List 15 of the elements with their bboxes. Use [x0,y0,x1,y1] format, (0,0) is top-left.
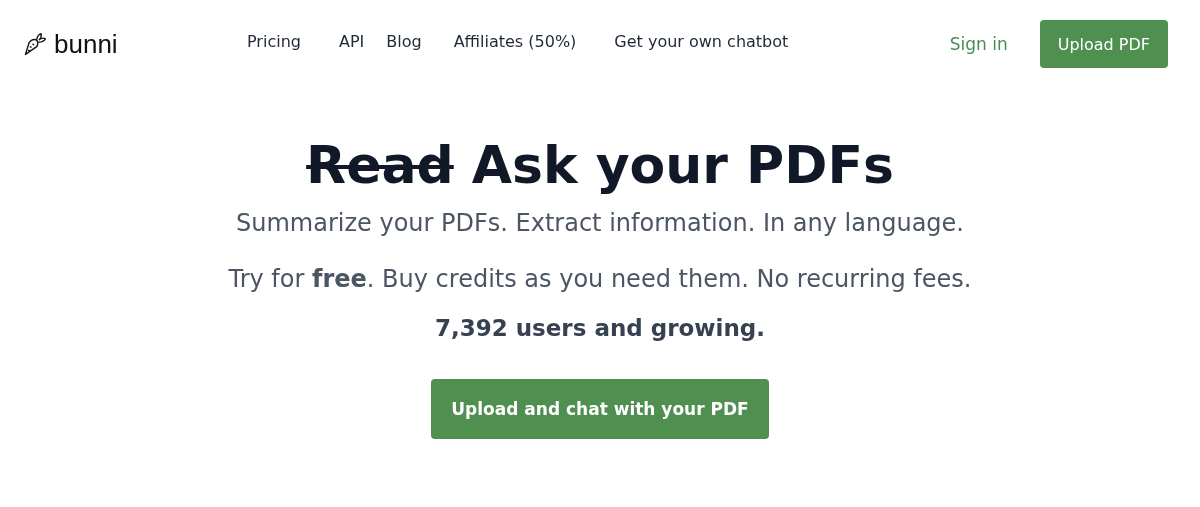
user-count-text: 7,392 users and growing. [434,315,766,341]
hero-subtitle: Summarize your PDFs. Extract information. In any language. [236,209,964,237]
upload-button[interactable]: Upload PDF [1039,20,1168,68]
nav-link[interactable]: Blog [386,31,422,51]
nav-link[interactable]: Pricing [247,31,301,51]
struck-word: Read [306,135,454,195]
pricing-text: Try for free. Buy credits as you need them. No recurring fees. [228,265,972,293]
sign-in-link[interactable]: Sign in [949,34,1008,54]
nav-link[interactable]: Get your own chatbot [614,31,789,51]
nav-link[interactable]: Affiliates (50%) [453,31,577,51]
hero-heading: Ask your PDFs [471,135,894,195]
brand-name[interactable]: bunni [54,28,118,60]
upload-chat-button[interactable]: Upload and chat with your PDF [431,379,769,439]
nav-link[interactable]: API [338,31,365,51]
carrot-icon [22,31,48,57]
